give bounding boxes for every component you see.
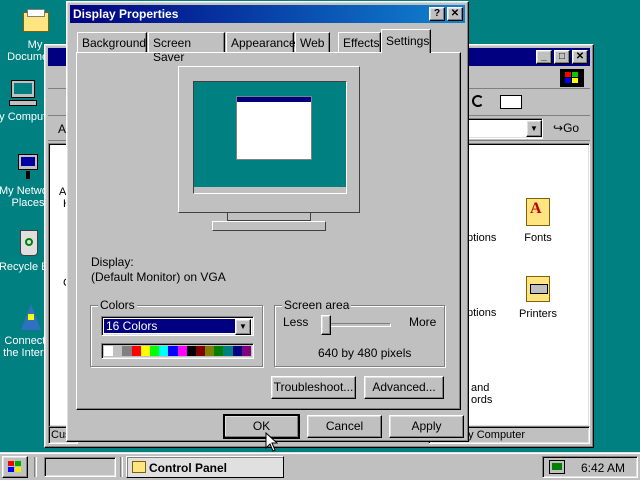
item-label-fragment: ptions — [467, 232, 497, 244]
screen-area-slider-thumb[interactable] — [321, 315, 331, 335]
colors-selected-value: 16 Colors — [103, 318, 236, 334]
printers-icon — [522, 272, 554, 304]
screen-area-value: 640 by 480 pixels — [318, 346, 412, 360]
display-label: Display: — [91, 255, 134, 269]
control-panel-icon — [132, 461, 146, 473]
folder-icon — [19, 6, 51, 36]
screen-area-slider-track[interactable] — [323, 323, 391, 327]
advanced-button[interactable]: Advanced... — [364, 376, 444, 399]
color-swatch — [195, 346, 206, 356]
color-swatch — [104, 346, 114, 356]
color-swatch — [186, 346, 196, 356]
color-swatch — [122, 346, 132, 356]
item-label-fragment: ords — [471, 394, 493, 406]
color-swatch — [214, 346, 224, 356]
network-icon — [12, 152, 44, 182]
windows-logo-icon — [8, 461, 22, 473]
color-swatch — [131, 346, 141, 356]
monitor-stand — [227, 213, 311, 221]
help-button[interactable]: ? — [429, 7, 445, 21]
colors-select[interactable]: 16 Colors ▼ — [101, 316, 254, 336]
troubleshoot-button[interactable]: Troubleshoot... — [271, 376, 356, 399]
cancel-button[interactable]: Cancel — [307, 415, 382, 438]
windows-logo-icon — [560, 69, 584, 87]
cp-item-printers[interactable]: Printers — [503, 272, 573, 320]
settings-panel: Display: (Default Monitor) on VGA Colors… — [76, 52, 461, 410]
views-icon[interactable] — [500, 95, 522, 109]
color-swatch — [223, 346, 233, 356]
color-swatch — [159, 346, 169, 356]
item-label-fragment: ptions — [467, 307, 497, 319]
display-value: (Default Monitor) on VGA — [91, 270, 226, 284]
color-swatch — [168, 346, 178, 356]
color-palette-strip — [101, 343, 254, 359]
tab-appearance[interactable]: Appearance — [226, 32, 296, 52]
start-button[interactable] — [2, 456, 28, 478]
color-swatch — [177, 346, 187, 356]
dialog-titlebar[interactable]: Display Properties ? ✕ — [70, 5, 465, 23]
task-divider — [120, 457, 123, 477]
color-swatch — [149, 346, 160, 356]
internet-connect-icon — [15, 302, 47, 332]
item-label-fragment: and — [471, 382, 490, 394]
display-settings-icon[interactable] — [549, 460, 565, 474]
quick-launch-divider — [34, 457, 37, 477]
tab-background[interactable]: Background — [77, 32, 147, 52]
monitor-preview — [178, 66, 360, 213]
apply-button[interactable]: Apply — [389, 415, 464, 438]
slider-more-label: More — [409, 315, 437, 329]
address-label-fragment: A — [58, 122, 67, 136]
screen-area-group-label: Screen area — [282, 298, 352, 312]
go-button[interactable]: ↪Go — [553, 121, 579, 135]
minimize-button[interactable]: _ — [536, 50, 552, 64]
recycle-bin-icon — [12, 228, 44, 258]
color-swatch — [241, 346, 251, 356]
tab-web[interactable]: Web — [295, 32, 330, 52]
quick-launch-area — [44, 457, 116, 477]
tab-settings[interactable]: Settings — [381, 29, 431, 53]
color-swatch — [113, 346, 123, 356]
maximize-button[interactable]: □ — [554, 50, 570, 64]
cp-item-fonts[interactable]: A Fonts — [503, 196, 573, 244]
taskbar: Control Panel 6:42 AM — [0, 452, 640, 480]
tab-screen-saver[interactable]: Screen Saver — [148, 32, 225, 64]
preview-window — [236, 96, 312, 160]
mouse-cursor-icon — [265, 432, 279, 452]
taskbar-button-control-panel[interactable]: Control Panel — [126, 456, 284, 478]
system-tray: 6:42 AM — [542, 456, 638, 478]
close-button[interactable]: ✕ — [572, 50, 588, 64]
preview-taskbar — [194, 187, 346, 193]
ok-button[interactable]: OK — [223, 414, 300, 439]
slider-less-label: Less — [283, 315, 309, 329]
monitor-base — [212, 221, 326, 231]
dialog-title: Display Properties — [73, 7, 179, 21]
tab-effects[interactable]: Effects — [338, 32, 381, 52]
computer-icon — [7, 78, 39, 108]
colors-group-label: Colors — [98, 298, 137, 312]
close-button[interactable]: ✕ — [447, 7, 463, 21]
refresh-icon[interactable] — [472, 95, 484, 107]
monitor-screen — [193, 81, 347, 194]
fonts-icon: A — [522, 196, 554, 228]
color-swatch — [205, 346, 215, 356]
display-properties-dialog[interactable]: Display Properties ? ✕ Background Screen… — [66, 1, 469, 442]
address-dropdown-button[interactable]: ▼ — [526, 120, 542, 137]
chevron-down-icon[interactable]: ▼ — [235, 319, 251, 335]
clock[interactable]: 6:42 AM — [581, 461, 625, 475]
color-swatch — [140, 346, 150, 356]
color-swatch — [232, 346, 242, 356]
